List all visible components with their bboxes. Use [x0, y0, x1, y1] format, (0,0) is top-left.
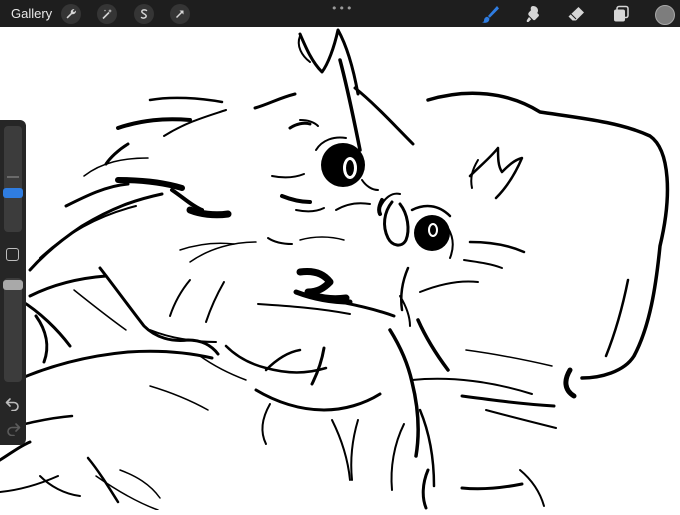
- brush-size-slider[interactable]: [4, 126, 22, 232]
- selection-icon[interactable]: [134, 4, 154, 24]
- more-options-handle[interactable]: •••: [331, 2, 353, 15]
- redo-icon[interactable]: [5, 422, 21, 436]
- gallery-button[interactable]: Gallery: [11, 6, 52, 21]
- brush-size-thumb[interactable]: [3, 188, 23, 198]
- magic-wand-icon[interactable]: [97, 4, 117, 24]
- top-toolbar: Gallery •••: [0, 0, 680, 27]
- left-sidebar: [0, 120, 26, 445]
- modify-square-icon[interactable]: [6, 248, 19, 261]
- brush-icon[interactable]: [479, 3, 501, 25]
- owl-sketch: [0, 28, 670, 511]
- wrench-icon[interactable]: [61, 4, 81, 24]
- opacity-slider[interactable]: [4, 278, 22, 382]
- slider-tick: [7, 176, 19, 178]
- transform-arrow-icon[interactable]: [170, 4, 190, 24]
- smudge-icon[interactable]: [523, 3, 545, 25]
- opacity-thumb[interactable]: [3, 280, 23, 290]
- color-picker-swatch[interactable]: [655, 5, 675, 25]
- undo-icon[interactable]: [5, 397, 21, 411]
- layers-icon[interactable]: [610, 3, 632, 25]
- drawing-canvas[interactable]: [0, 27, 680, 511]
- eraser-icon[interactable]: [565, 3, 587, 25]
